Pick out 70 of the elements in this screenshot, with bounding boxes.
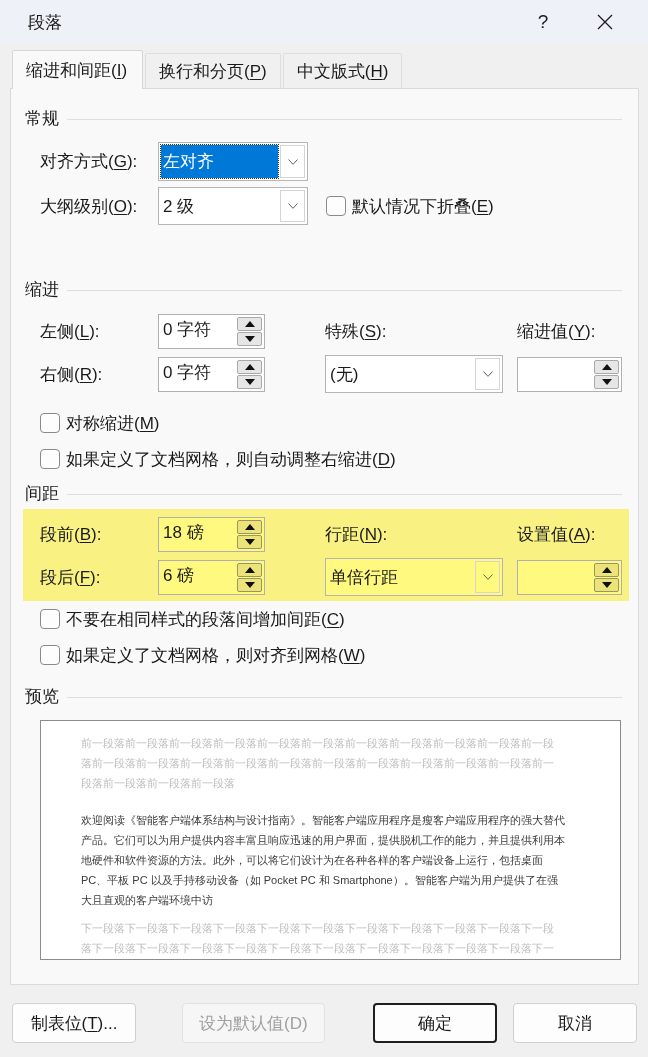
triangle-down-icon [601,378,612,385]
field-label: 行距(N): [325,523,389,546]
field-label: 大纲级别(O): [40,195,139,218]
field-label: 特殊(S): [325,320,388,343]
triangle-up-icon [244,566,255,573]
increment-button[interactable] [237,359,262,374]
checkbox-label[interactable]: 如果定义了文档网格，则自动调整右缩进(D) [66,447,396,471]
increment-button[interactable] [237,519,262,534]
section-heading: 间距 [25,482,59,505]
field-label: 设置值(A): [517,523,597,546]
increment-button[interactable] [237,562,262,577]
spin-box[interactable]: 6 磅 [158,559,265,595]
checkbox-label[interactable]: 不要在相同样式的段落间增加间距(C) [66,607,345,631]
checkbox-label[interactable]: 默认情况下折叠(E) [352,194,494,218]
checkbox[interactable] [40,413,60,433]
field-label: 左侧(L): [40,320,101,343]
triangle-down-icon [244,378,255,385]
chevron-down-icon [287,158,298,165]
chevron-down-icon [287,203,298,209]
checkbox-label[interactable]: 如果定义了文档网格，则对齐到网格(W) [66,643,366,667]
dropdown[interactable]: (无) [325,355,503,393]
tab[interactable]: 中文版式(H) [282,53,403,88]
ok-button[interactable]: 确定 [373,1003,497,1043]
chevron-down-icon [482,574,493,580]
cancel-button[interactable]: 取消 [513,1003,637,1043]
section-heading: 预览 [25,685,59,708]
dropdown[interactable]: 单倍行距 [325,558,503,596]
section-heading: 缩进 [25,278,59,301]
triangle-up-icon [244,523,255,530]
decrement-button[interactable] [237,374,262,389]
increment-button[interactable] [594,562,619,577]
help-button[interactable]: ? [525,4,561,40]
checkbox[interactable] [40,449,60,469]
decrement-button[interactable] [594,374,619,389]
triangle-up-icon [244,363,255,370]
chevron-down-icon [482,371,493,377]
triangle-up-icon [601,363,612,370]
checkbox-label[interactable]: 对称缩进(M) [66,411,160,435]
spin-box[interactable]: 18 磅 [158,516,265,552]
dropdown[interactable]: 2 级 [158,187,308,225]
field-label: 对齐方式(G): [40,151,139,173]
window-title: 段落 [28,11,63,34]
triangle-down-icon [244,538,255,545]
spin-box[interactable]: 0 字符 [158,356,265,392]
increment-button[interactable] [237,316,262,331]
tab-stops-button[interactable]: 制表位(T)... [12,1003,136,1043]
decrement-button[interactable] [594,577,619,592]
field-label: 缩进值(Y): [517,320,597,343]
triangle-down-icon [244,581,255,588]
decrement-button[interactable] [237,577,262,592]
section-heading: 常规 [25,107,59,130]
decrement-button[interactable] [237,331,262,346]
checkbox[interactable] [326,196,346,216]
tab[interactable]: 缩进和间距(I) [12,50,144,89]
field-label: 段前(B): [40,523,103,546]
spin-box[interactable]: 0 字符 [158,313,265,349]
triangle-up-icon [601,566,612,573]
sample-paragraph-text: 欢迎阅读《智能客户端体系结构与设计指南》。智能客户端应用程序是瘦客户端应用程序的强大替代产品。它们可以为用户提供内容丰富且响应迅速的用户界面，提供脱机工作的能力，并且提供利用本地硬件和软件资源的方法。此外，可以将它们设计为在各种各样的客户端设备上运行，包括桌面 PC、平板 PC 以及手持移动设备（如 Pocket PC 和 Smartphone）。智能客户端为用户提供了在强大且直观的客户端环境中访 [81,813,566,908]
triangle-down-icon [244,335,255,342]
checkbox[interactable] [40,609,60,629]
decrement-button[interactable] [237,534,262,549]
field-label: 右侧(R): [40,363,104,386]
field-label: 段后(F): [40,566,102,589]
tab[interactable]: 换行和分页(P) [145,53,281,88]
increment-button[interactable] [594,359,619,374]
triangle-up-icon [244,320,255,327]
dropdown[interactable]: 左对齐 [158,142,308,181]
triangle-down-icon [601,581,612,588]
close-icon [597,14,613,30]
checkbox[interactable] [40,645,60,665]
